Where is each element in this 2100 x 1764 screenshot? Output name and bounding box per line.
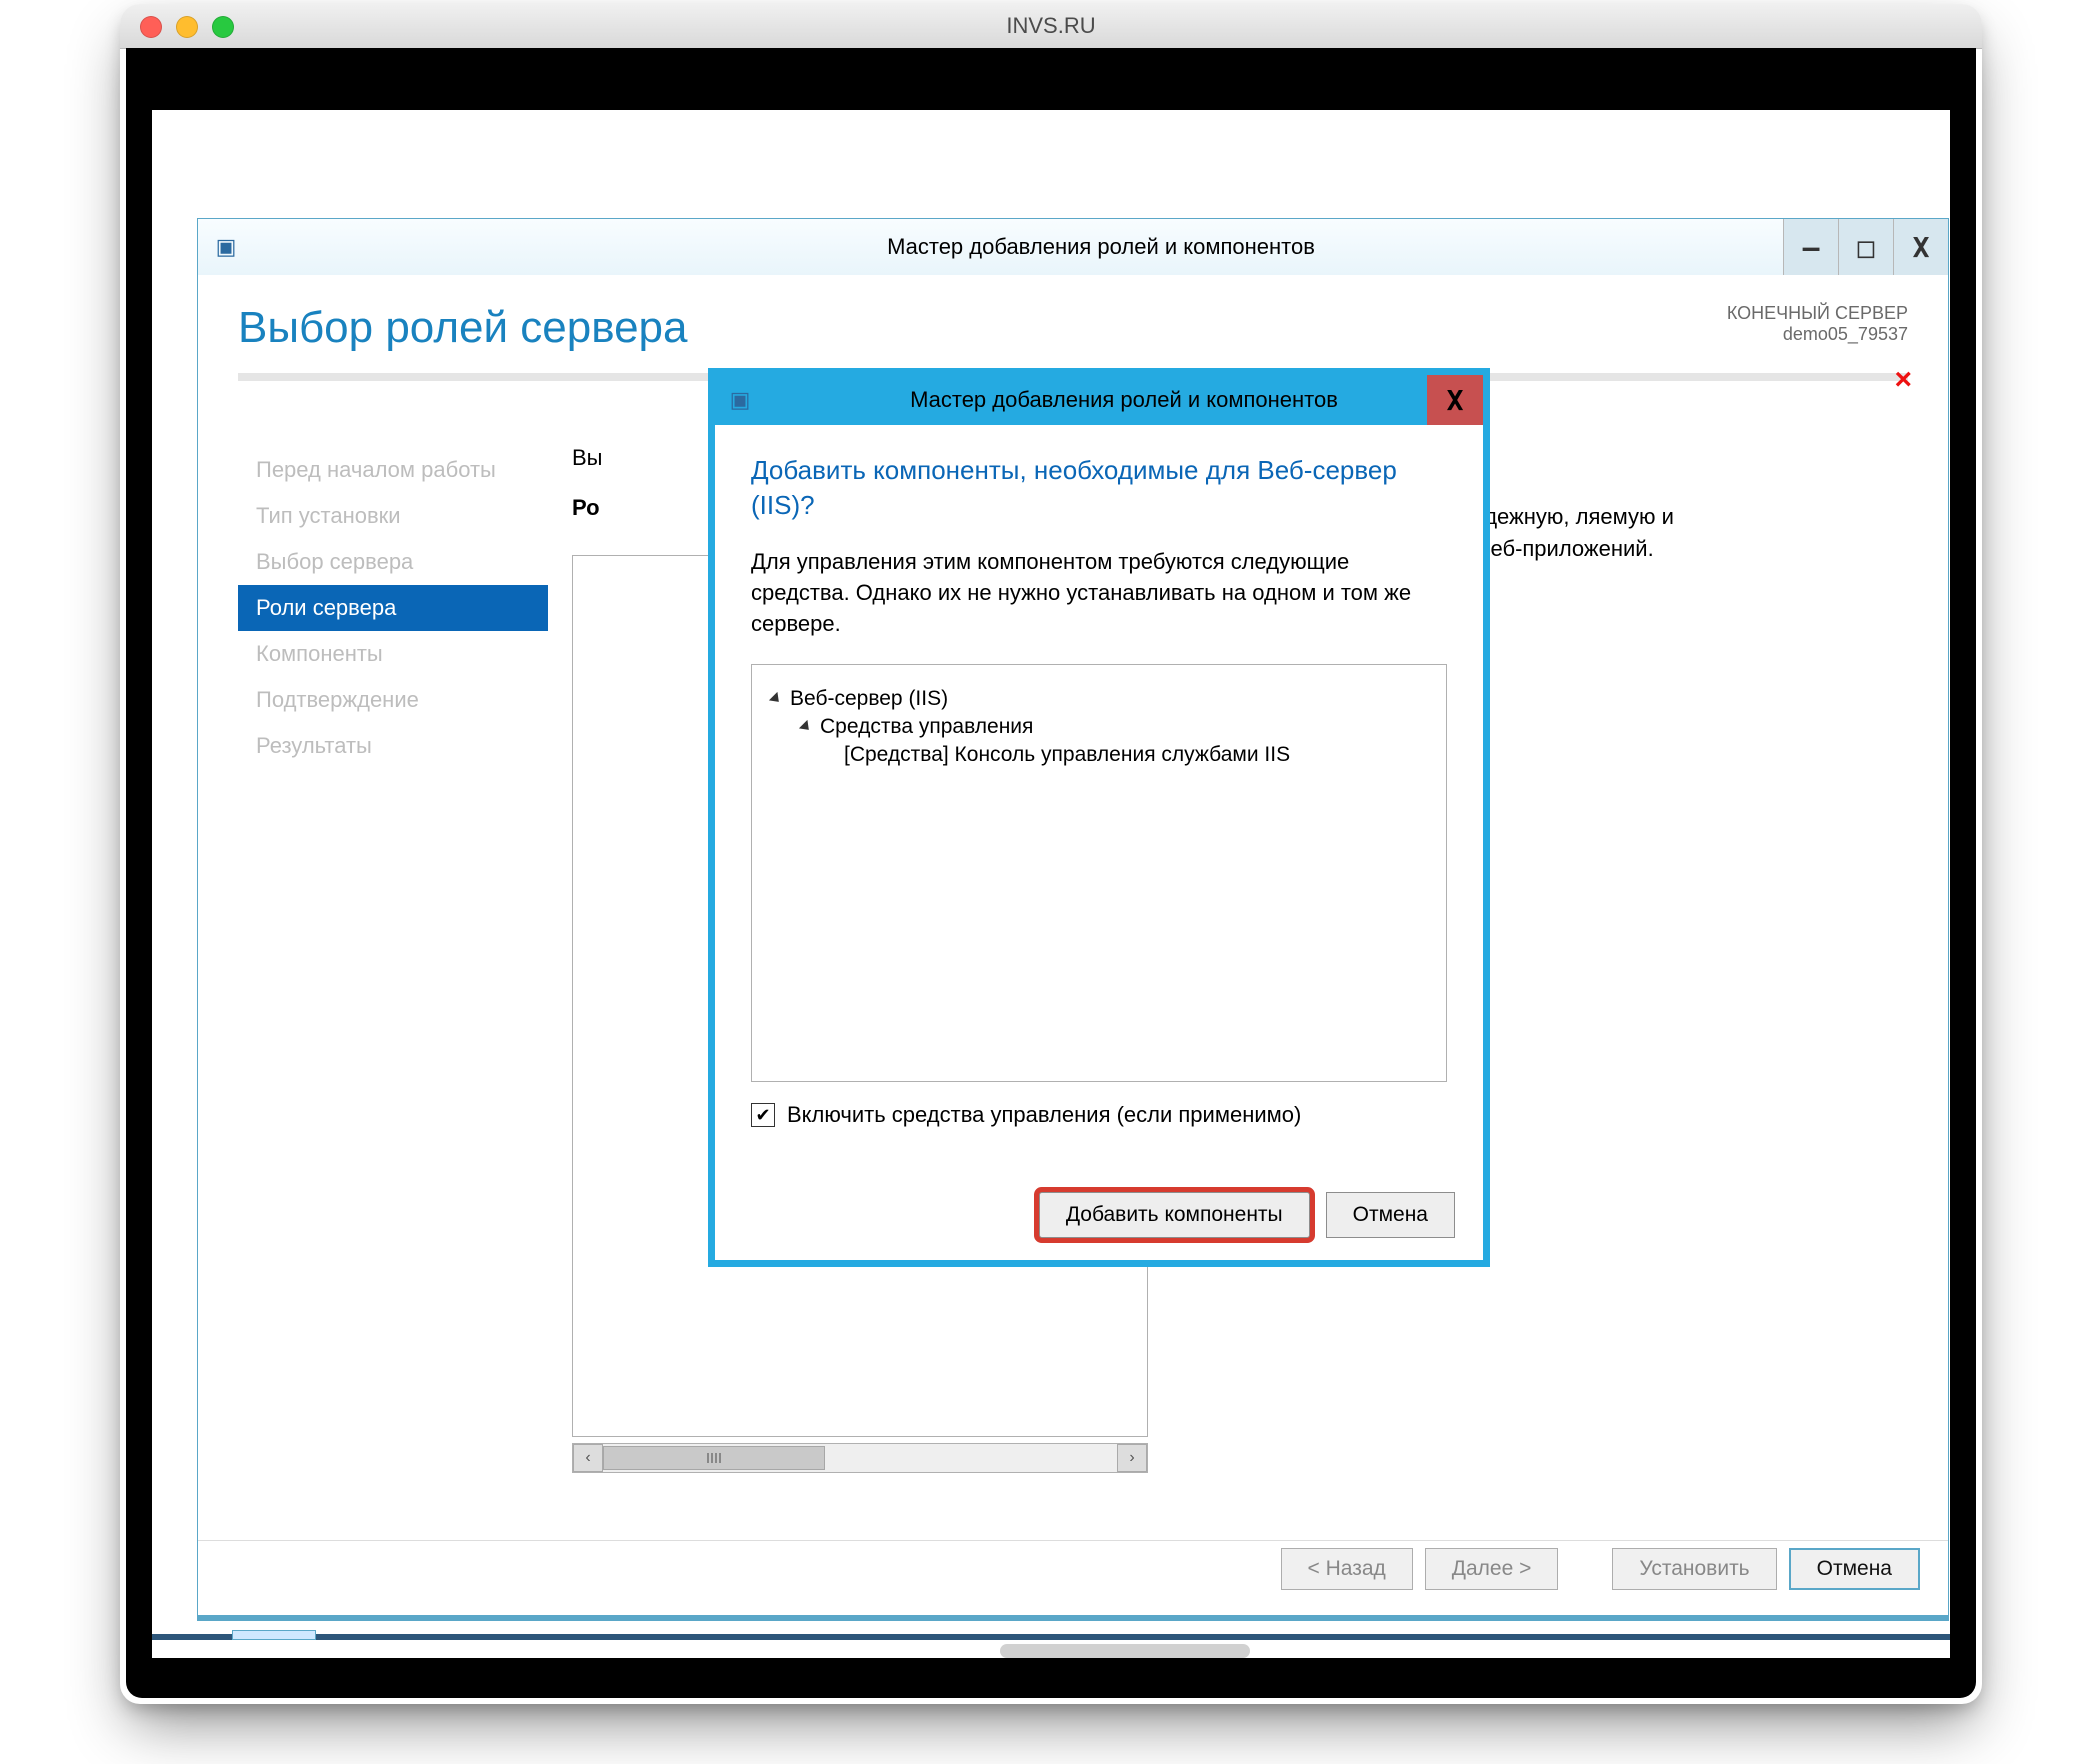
wizard-title: Мастер добавления ролей и компонентов xyxy=(254,234,1948,260)
mac-titlebar[interactable]: INVS.RU xyxy=(120,4,1982,49)
dialog-explain: Для управления этим компонентом требуютс… xyxy=(751,547,1447,639)
wizard-nav: Перед началом работыТип установкиВыбор с… xyxy=(238,445,548,1515)
dialog-title: Мастер добавления ролей и компонентов xyxy=(765,387,1483,413)
nav-step-5[interactable]: Подтверждение xyxy=(238,677,548,723)
mac-window-title: INVS.RU xyxy=(120,4,1982,48)
screenshot-window: INVS.RU ▣ Мастер добавления ролей и комп… xyxy=(120,4,1982,1704)
mac-minimize-icon[interactable] xyxy=(176,16,198,38)
cancel-button[interactable]: Отмена xyxy=(1789,1548,1920,1590)
scroll-thumb[interactable] xyxy=(603,1446,825,1470)
server-manager-icon: ▣ xyxy=(216,234,237,260)
windows-desktop[interactable]: ▣ Мастер добавления ролей и компонентов … xyxy=(152,110,1950,1658)
destination-server: demo05_79537 xyxy=(1727,324,1908,345)
destination-label: КОНЕЧНЫЙ СЕРВЕР xyxy=(1727,303,1908,324)
nav-step-3[interactable]: Роли сервера xyxy=(238,585,548,631)
taskbar-app-button[interactable] xyxy=(232,1630,316,1640)
include-tools-checkbox[interactable]: ✔ Включить средства управления (если при… xyxy=(751,1102,1447,1128)
nav-step-6[interactable]: Результаты xyxy=(238,723,548,769)
dialog-titlebar[interactable]: ▣ Мастер добавления ролей и компонентов … xyxy=(715,375,1483,425)
close-icon[interactable]: × xyxy=(1894,363,1912,397)
mac-zoom-icon[interactable] xyxy=(212,16,234,38)
remote-display: ▣ Мастер добавления ролей и компонентов … xyxy=(126,48,1976,1698)
install-button[interactable]: Установить xyxy=(1612,1548,1776,1590)
wizard-titlebar[interactable]: ▣ Мастер добавления ролей и компонентов … xyxy=(198,219,1948,276)
win-maximize-button[interactable]: □ xyxy=(1838,219,1893,275)
expand-icon[interactable] xyxy=(799,720,813,734)
nav-step-2[interactable]: Выбор сервера xyxy=(238,539,548,585)
dialog-question: Добавить компоненты, необходимые для Веб… xyxy=(751,453,1447,523)
next-button[interactable]: Далее > xyxy=(1425,1548,1559,1590)
server-manager-icon: ▣ xyxy=(730,387,751,413)
destination-server-info: КОНЕЧНЫЙ СЕРВЕР demo05_79537 xyxy=(1727,303,1908,345)
dialog-close-button[interactable]: X xyxy=(1427,375,1483,425)
dialog-cancel-button[interactable]: Отмена xyxy=(1326,1192,1455,1238)
win-close-button[interactable]: X xyxy=(1893,219,1948,275)
scroll-left-button[interactable]: ‹ xyxy=(573,1444,603,1472)
tree-item[interactable]: [Средства] Консоль управления службами I… xyxy=(844,743,1290,767)
back-button[interactable]: < Назад xyxy=(1281,1548,1413,1590)
scroll-right-button[interactable]: › xyxy=(1117,1444,1147,1472)
tree-item[interactable]: Средства управления xyxy=(820,715,1033,739)
roles-horizontal-scrollbar[interactable]: ‹ › xyxy=(572,1443,1148,1473)
windows-taskbar[interactable] xyxy=(152,1634,1950,1640)
win-minimize-button[interactable]: — xyxy=(1783,219,1838,275)
mac-scrollbar-thumb[interactable] xyxy=(1000,1644,1250,1658)
add-features-button[interactable]: Добавить компоненты xyxy=(1039,1192,1310,1238)
page-title: Выбор ролей сервера xyxy=(238,303,688,353)
expand-icon[interactable] xyxy=(769,692,783,706)
nav-step-0[interactable]: Перед началом работы xyxy=(238,447,548,493)
checkbox-icon[interactable]: ✔ xyxy=(751,1103,775,1127)
nav-step-1[interactable]: Тип установки xyxy=(238,493,548,539)
tree-item[interactable]: Веб-сервер (IIS) xyxy=(790,687,948,711)
nav-step-4[interactable]: Компоненты xyxy=(238,631,548,677)
mac-close-icon[interactable] xyxy=(140,16,162,38)
required-features-tree[interactable]: Веб-сервер (IIS) Средства управления [Ср… xyxy=(751,664,1447,1082)
add-features-dialog: ▣ Мастер добавления ролей и компонентов … xyxy=(708,368,1490,1267)
include-tools-label: Включить средства управления (если приме… xyxy=(787,1102,1301,1128)
